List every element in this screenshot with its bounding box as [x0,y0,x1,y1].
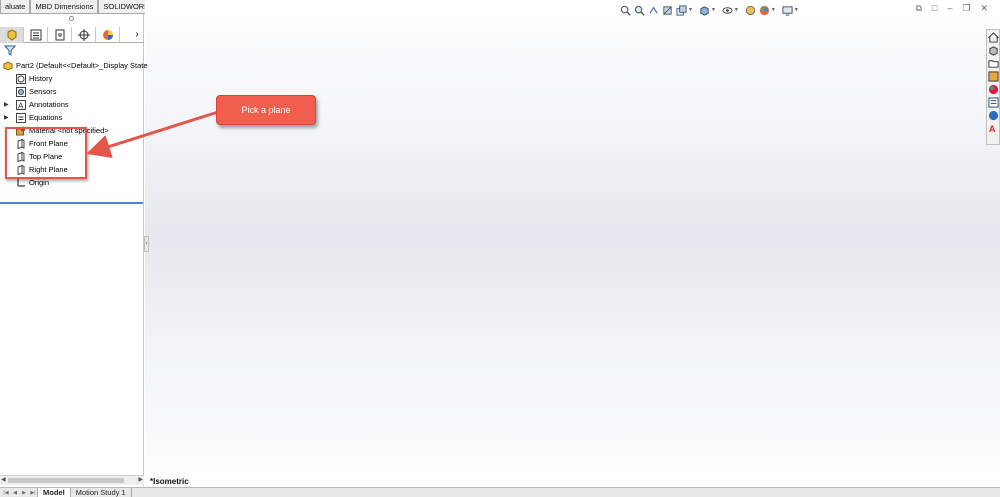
dynamic-annotation-icon[interactable] [676,4,687,16]
chevron-down-icon[interactable]: ▼ [711,7,716,13]
tree-item-label: History [29,74,53,83]
tab-mbd-dimensions[interactable]: MBD Dimensions [30,0,99,14]
view-settings-icon[interactable] [782,5,793,16]
configuration-manager-icon [55,29,64,41]
minimize-icon[interactable]: – [947,3,952,14]
annotations-icon: A [16,99,26,110]
heads-up-toolbar: ▼ ▼ ▼ ▼ ▼ [620,2,802,18]
chevron-down-icon[interactable]: ▼ [794,7,799,13]
tab-configuration-manager[interactable] [48,27,72,43]
task-pane: A [986,29,1000,145]
pin-icon[interactable] [69,16,74,21]
tree-item-sensors[interactable]: Sensors [0,85,144,98]
close-window-icon[interactable]: ✕ [980,3,988,14]
sensors-icon [16,86,26,97]
design-library-icon[interactable] [988,45,999,56]
scroll-right-icon[interactable]: ▶ [138,476,143,483]
feature-manager-panel: › Part2 (Default<<Default>_Display State… [0,14,148,486]
scroll-left-icon[interactable]: ◀ [1,476,6,483]
section-view-icon[interactable] [662,5,673,16]
tree-item-annotations[interactable]: ▶ A Annotations [0,98,144,111]
display-style-icon[interactable] [722,5,733,16]
first-tab-icon[interactable]: |◀ [2,490,10,496]
property-manager-icon [30,29,41,41]
zoom-to-fit-icon[interactable] [620,5,631,16]
tab-model[interactable]: Model [37,488,71,497]
prev-tab-icon[interactable]: ◀ [11,490,19,496]
view-orientation-label: *Isometric [150,477,189,486]
feature-manager-icon [7,29,16,41]
expand-arrow-icon[interactable]: ▶ [4,114,9,121]
tab-display-manager[interactable] [96,27,120,43]
tree-item-history[interactable]: History [0,72,144,85]
part-icon [3,60,13,71]
view-orientation-icon[interactable] [699,5,710,16]
chevron-down-icon[interactable]: ▼ [734,7,739,13]
previous-view-icon[interactable] [648,5,659,16]
equations-icon [16,112,26,123]
tree-item-label: Sensors [29,87,57,96]
bottom-tab-bar: |◀ ◀ ▶ ▶| Model Motion Study 1 [0,487,1000,497]
window-controls: ⧉ □ – ❐ ✕ [915,3,988,14]
edit-appearance-icon[interactable] [759,5,770,16]
tree-item-label: Equations [29,113,63,122]
tree-item-label: Annotations [29,100,69,109]
scroll-thumb[interactable] [8,478,124,483]
view-palette-icon[interactable] [987,71,999,82]
svg-text:A: A [988,124,995,134]
restore-icon[interactable]: ⧉ [915,3,921,14]
custom-properties-icon[interactable] [987,97,999,108]
last-tab-icon[interactable]: ▶| [29,490,37,496]
hide-show-items-icon[interactable] [745,5,756,16]
tab-property-manager[interactable] [24,27,48,43]
horizontal-scrollbar[interactable]: ◀ ▶ [0,475,144,485]
appearances-icon[interactable] [988,84,999,95]
panel-splitter-handle[interactable]: ‹ [144,236,149,252]
history-icon [16,73,26,84]
home-icon[interactable] [987,32,999,43]
close-icon[interactable]: □ [932,3,937,14]
file-explorer-icon[interactable] [987,58,999,69]
zoom-to-area-icon[interactable] [634,5,645,16]
maximize-icon[interactable]: ❐ [962,3,970,14]
pick-plane-callout: Pick a plane [216,95,316,125]
graphics-area[interactable]: ▼ ▼ ▼ ▼ ▼ ⧉ □ – ❐ ✕ A *Isometric [145,0,1000,487]
manager-tabs: › [0,27,144,43]
solidworks-forum-icon[interactable]: A [988,123,999,134]
tab-feature-manager[interactable] [0,27,24,43]
tree-item-label: Part2 (Default<<Default>_Display State [16,61,148,70]
chevron-down-icon[interactable]: ▼ [688,7,693,13]
planes-highlight-box [5,127,87,179]
origin-icon [17,178,25,187]
rollback-bar[interactable] [0,202,143,204]
chevron-down-icon[interactable]: ▼ [771,7,776,13]
svg-text:A: A [18,101,24,110]
crosshair-icon [77,29,90,41]
tab-dimxpert-manager[interactable] [72,27,96,43]
tab-navigation: |◀ ◀ ▶ ▶| [0,488,37,497]
display-manager-icon [102,30,113,40]
tree-item-label: Origin [29,178,50,187]
tree-item-equations[interactable]: ▶ Equations [0,111,144,124]
tab-evaluate[interactable]: aluate [0,0,31,14]
tab-motion-study[interactable]: Motion Study 1 [71,488,132,497]
next-tab-icon[interactable]: ▶ [20,490,28,496]
filter-icon[interactable] [4,45,16,56]
tree-item-part[interactable]: Part2 (Default<<Default>_Display State [0,59,148,72]
solidworks-resources-icon[interactable] [988,110,999,121]
chevron-right-icon[interactable]: › [130,27,144,42]
expand-arrow-icon[interactable]: ▶ [4,101,9,108]
